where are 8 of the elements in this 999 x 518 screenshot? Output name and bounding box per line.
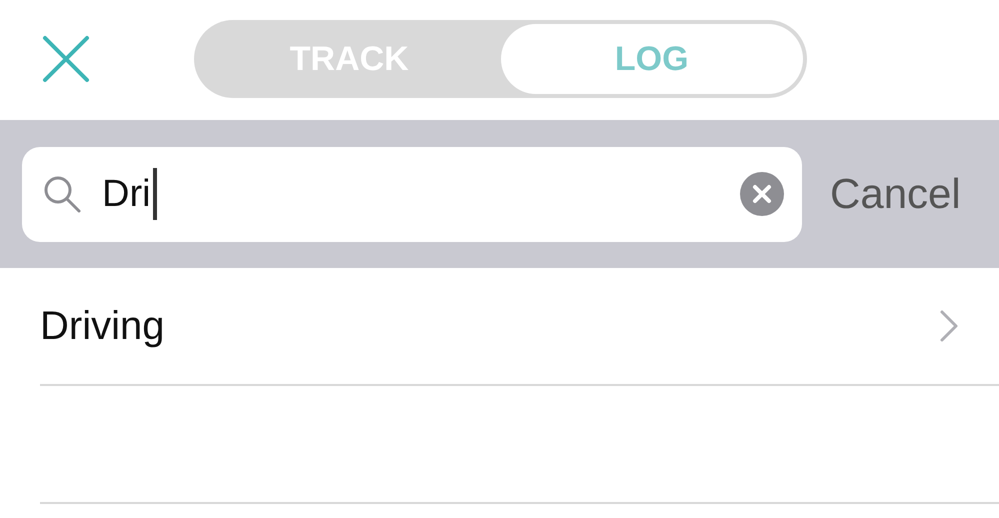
search-field[interactable]: Dri xyxy=(22,146,802,242)
result-item[interactable]: Driving xyxy=(40,268,999,386)
cancel-button[interactable]: Cancel xyxy=(830,170,961,218)
search-icon xyxy=(42,174,82,214)
chevron-icon xyxy=(939,309,959,343)
close-icon[interactable] xyxy=(42,35,90,83)
search-text: Dri xyxy=(102,172,151,216)
clear-icon[interactable] xyxy=(740,172,784,216)
